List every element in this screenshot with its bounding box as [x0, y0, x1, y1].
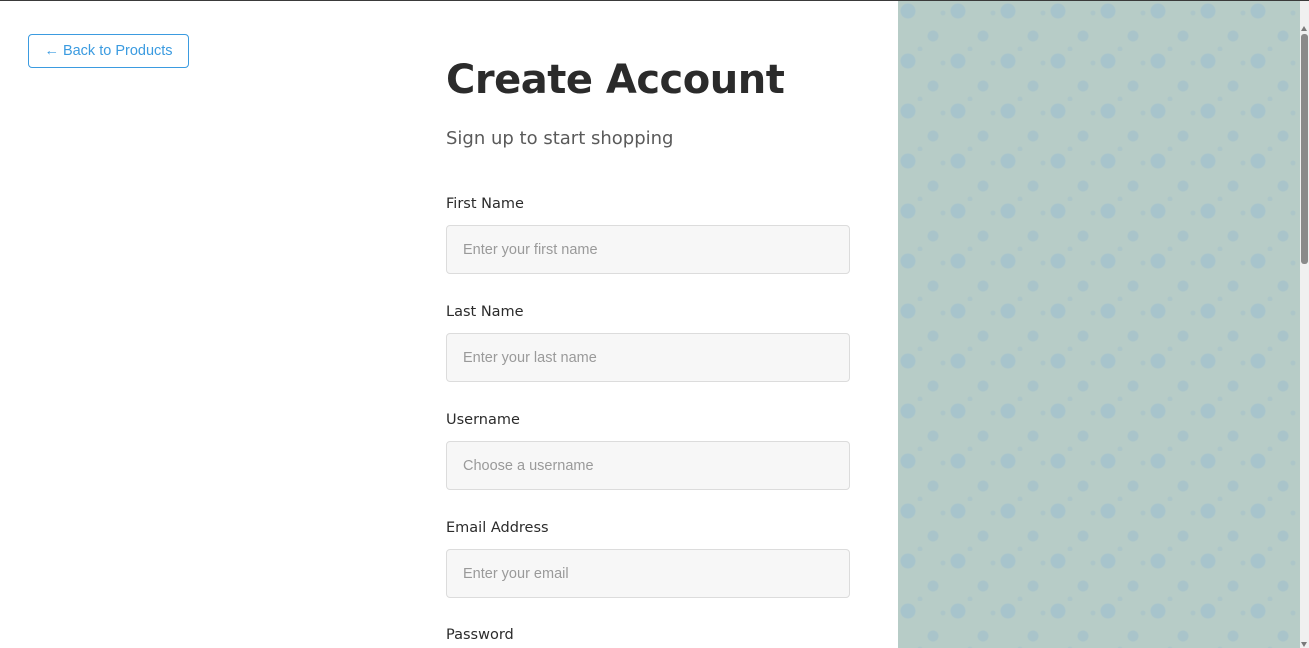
password-label: Password — [446, 627, 514, 643]
decorative-pattern-panel — [898, 1, 1300, 648]
page-subtitle: Sign up to start shopping — [446, 128, 674, 149]
scrollbar-thumb[interactable] — [1301, 34, 1308, 264]
email-label: Email Address — [446, 520, 549, 536]
signup-page: ← Back to Products Create Account Sign u… — [0, 0, 1309, 648]
page-scrollbar[interactable] — [1300, 1, 1309, 648]
first-name-label: First Name — [446, 196, 524, 212]
username-input[interactable] — [446, 441, 850, 490]
last-name-label: Last Name — [446, 304, 524, 320]
scroll-up-arrow-icon[interactable] — [1301, 26, 1307, 31]
arrow-left-icon: ← — [44, 43, 59, 59]
first-name-input[interactable] — [446, 225, 850, 274]
back-button-label: Back to Products — [62, 43, 173, 59]
scroll-down-arrow-icon[interactable] — [1301, 642, 1307, 647]
page-title: Create Account — [446, 57, 785, 103]
back-to-products-button[interactable]: ← Back to Products — [28, 34, 189, 68]
username-label: Username — [446, 412, 520, 428]
email-input[interactable] — [446, 549, 850, 598]
last-name-input[interactable] — [446, 333, 850, 382]
